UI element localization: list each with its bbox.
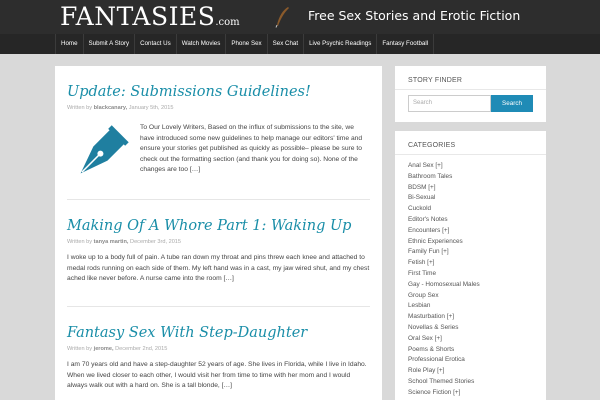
logo-suffix: .com [215, 17, 240, 28]
post-meta: Written by jerome, December 2nd, 2015 [67, 345, 370, 353]
category-item[interactable]: Novellas & Series [408, 323, 480, 334]
site-tagline: Free Sex Stories and Erotic Fiction [308, 8, 521, 23]
post-excerpt: To Our Lovely Writers, Based on the infl… [140, 124, 363, 173]
nav-item-sex-chat[interactable]: Sex Chat [268, 34, 305, 54]
post-excerpt: I am 70 years old and have a step-daught… [67, 361, 367, 389]
post-title[interactable]: Update: Submissions Guidelines! [67, 83, 370, 101]
category-item[interactable]: BDSM [+] [408, 183, 480, 194]
category-item[interactable]: Bi-Sexual [408, 193, 480, 204]
search-button[interactable]: Search [491, 95, 533, 112]
category-item[interactable]: Role Play [+] [408, 366, 480, 377]
category-item[interactable]: Gay - Homosexual Males [408, 280, 480, 291]
meta-prefix: Written by [67, 105, 93, 111]
post-author[interactable]: jerome, [94, 346, 114, 352]
post-author[interactable]: tanya martin, [94, 239, 129, 245]
category-item[interactable]: Ethnic Experiences [408, 237, 480, 248]
category-item[interactable]: Lesbian [408, 301, 480, 312]
widget-title: CATEGORIES [408, 142, 456, 149]
category-item[interactable]: Masturbation [+] [408, 312, 480, 323]
category-item[interactable]: Fetish [+] [408, 258, 480, 269]
category-item[interactable]: Group Sex [408, 291, 480, 302]
search-input[interactable]: Search [408, 95, 491, 112]
post-item: Making Of A Whore Part 1: Waking Up Writ… [67, 217, 370, 317]
nav-item-watch-movies[interactable]: Watch Movies [177, 34, 227, 54]
post-title[interactable]: Fantasy Sex With Step-Daughter [67, 324, 370, 342]
post-list: Update: Submissions Guidelines! Written … [55, 66, 382, 400]
category-item[interactable]: Cuckold [408, 204, 480, 215]
category-item[interactable]: Family Fun [+] [408, 247, 480, 258]
main-nav: Home Submit A Story Contact Us Watch Mov… [0, 34, 600, 54]
category-item[interactable]: First Time [408, 269, 480, 280]
category-item[interactable]: Bathroom Tales [408, 172, 480, 183]
category-item[interactable]: Poems & Shorts [408, 345, 480, 356]
logo-text: FANTASIES [60, 2, 216, 31]
post-author[interactable]: blackcanary, [94, 105, 127, 111]
nav-item-phone-sex[interactable]: Phone Sex [226, 34, 268, 54]
widget-title: STORY FINDER [408, 77, 463, 84]
category-item[interactable]: Encounters [+] [408, 226, 480, 237]
site-header: FANTASIES.com Free Sex Stories and Eroti… [0, 0, 600, 34]
fountain-pen-icon [80, 125, 129, 174]
post-excerpt: I woke up to a body full of pain. A tube… [67, 254, 370, 282]
category-item[interactable]: Anal Sex [+] [408, 161, 480, 172]
category-item[interactable]: Science Fiction [+] [408, 388, 480, 399]
post-meta: Written by blackcanary, January 5th, 201… [67, 104, 370, 112]
nav-item-submit-a-story[interactable]: Submit A Story [84, 34, 136, 54]
category-item[interactable]: School Themed Stories [408, 377, 480, 388]
nav-item-home[interactable]: Home [55, 34, 84, 54]
meta-prefix: Written by [67, 346, 93, 352]
site-logo[interactable]: FANTASIES.com [60, 2, 289, 37]
nav-item-live-psychic-readings[interactable]: Live Psychic Readings [304, 34, 378, 54]
post-divider [67, 199, 370, 200]
post-date: December 2nd, 2015 [115, 346, 168, 352]
post-date: January 5th, 2015 [128, 105, 174, 111]
category-item[interactable]: Editor's Notes [408, 215, 480, 226]
post-title[interactable]: Making Of A Whore Part 1: Waking Up [67, 217, 370, 235]
meta-prefix: Written by [67, 239, 93, 245]
post-date: December 3rd, 2015 [130, 239, 182, 245]
widget-divider [395, 89, 546, 90]
post-item: Update: Submissions Guidelines! Written … [67, 83, 370, 203]
nav-item-fantasy-football[interactable]: Fantasy Football [377, 34, 435, 54]
nav-item-contact-us[interactable]: Contact Us [135, 34, 177, 54]
story-finder-widget: STORY FINDER Search Search [395, 66, 546, 122]
widget-divider [395, 154, 546, 155]
category-item[interactable]: Oral Sex [+] [408, 334, 480, 345]
post-divider [67, 306, 370, 307]
categories-widget: CATEGORIES Anal Sex [+] Bathroom Tales B… [395, 131, 546, 400]
post-item: Fantasy Sex With Step-Daughter Written b… [67, 324, 370, 400]
category-item[interactable]: Professional Erotica [408, 355, 480, 366]
category-list: Anal Sex [+] Bathroom Tales BDSM [+] Bi-… [408, 161, 480, 399]
post-meta: Written by tanya martin, December 3rd, 2… [67, 238, 370, 246]
quill-icon [275, 7, 289, 28]
